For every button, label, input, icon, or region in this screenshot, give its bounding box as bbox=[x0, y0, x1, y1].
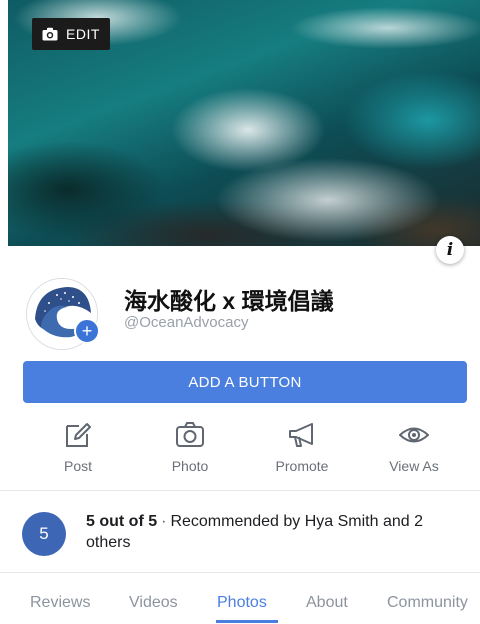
post-label: Post bbox=[63, 458, 92, 474]
eye-icon bbox=[399, 427, 429, 443]
edit-icon bbox=[66, 423, 91, 447]
rating-score: 5 out of 5 bbox=[86, 513, 158, 530]
camera-icon bbox=[176, 422, 204, 447]
cover-photo: EDIT bbox=[8, 0, 480, 246]
post-action[interactable]: Post bbox=[33, 420, 123, 474]
divider bbox=[0, 572, 480, 573]
info-icon[interactable]: i bbox=[436, 236, 464, 264]
page-handle: @OceanAdvocacy bbox=[124, 314, 249, 331]
active-tab-indicator bbox=[216, 620, 278, 623]
view-as-action[interactable]: View As bbox=[369, 420, 459, 474]
edit-cover-button[interactable]: EDIT bbox=[32, 18, 110, 50]
recommendation-summary[interactable]: 5 out of 5 · Recommended by Hya Smith and … bbox=[86, 511, 470, 553]
photo-label: Photo bbox=[171, 458, 209, 474]
megaphone-icon bbox=[289, 423, 313, 447]
add-profile-photo-icon[interactable]: + bbox=[74, 318, 100, 344]
page-tabs: Reviews Videos Photos About Community bbox=[0, 586, 480, 624]
tab-community[interactable]: Community bbox=[387, 594, 468, 612]
tab-videos[interactable]: Videos bbox=[129, 594, 178, 612]
rating-badge[interactable]: 5 bbox=[22, 512, 66, 556]
divider bbox=[0, 490, 480, 491]
photo-action[interactable]: Photo bbox=[145, 420, 235, 474]
tab-reviews[interactable]: Reviews bbox=[30, 594, 90, 612]
promote-label: Promote bbox=[275, 458, 329, 474]
view-as-label: View As bbox=[389, 458, 439, 474]
page-title: 海水酸化 x 環境倡議 bbox=[124, 288, 334, 314]
separator-dot: · bbox=[161, 513, 167, 530]
tab-about[interactable]: About bbox=[306, 594, 348, 612]
camera-icon bbox=[42, 27, 58, 41]
tab-photos[interactable]: Photos bbox=[217, 594, 267, 612]
promote-action[interactable]: Promote bbox=[257, 420, 347, 474]
edit-label: EDIT bbox=[66, 26, 100, 42]
add-a-button[interactable]: ADD A BUTTON bbox=[23, 361, 467, 403]
